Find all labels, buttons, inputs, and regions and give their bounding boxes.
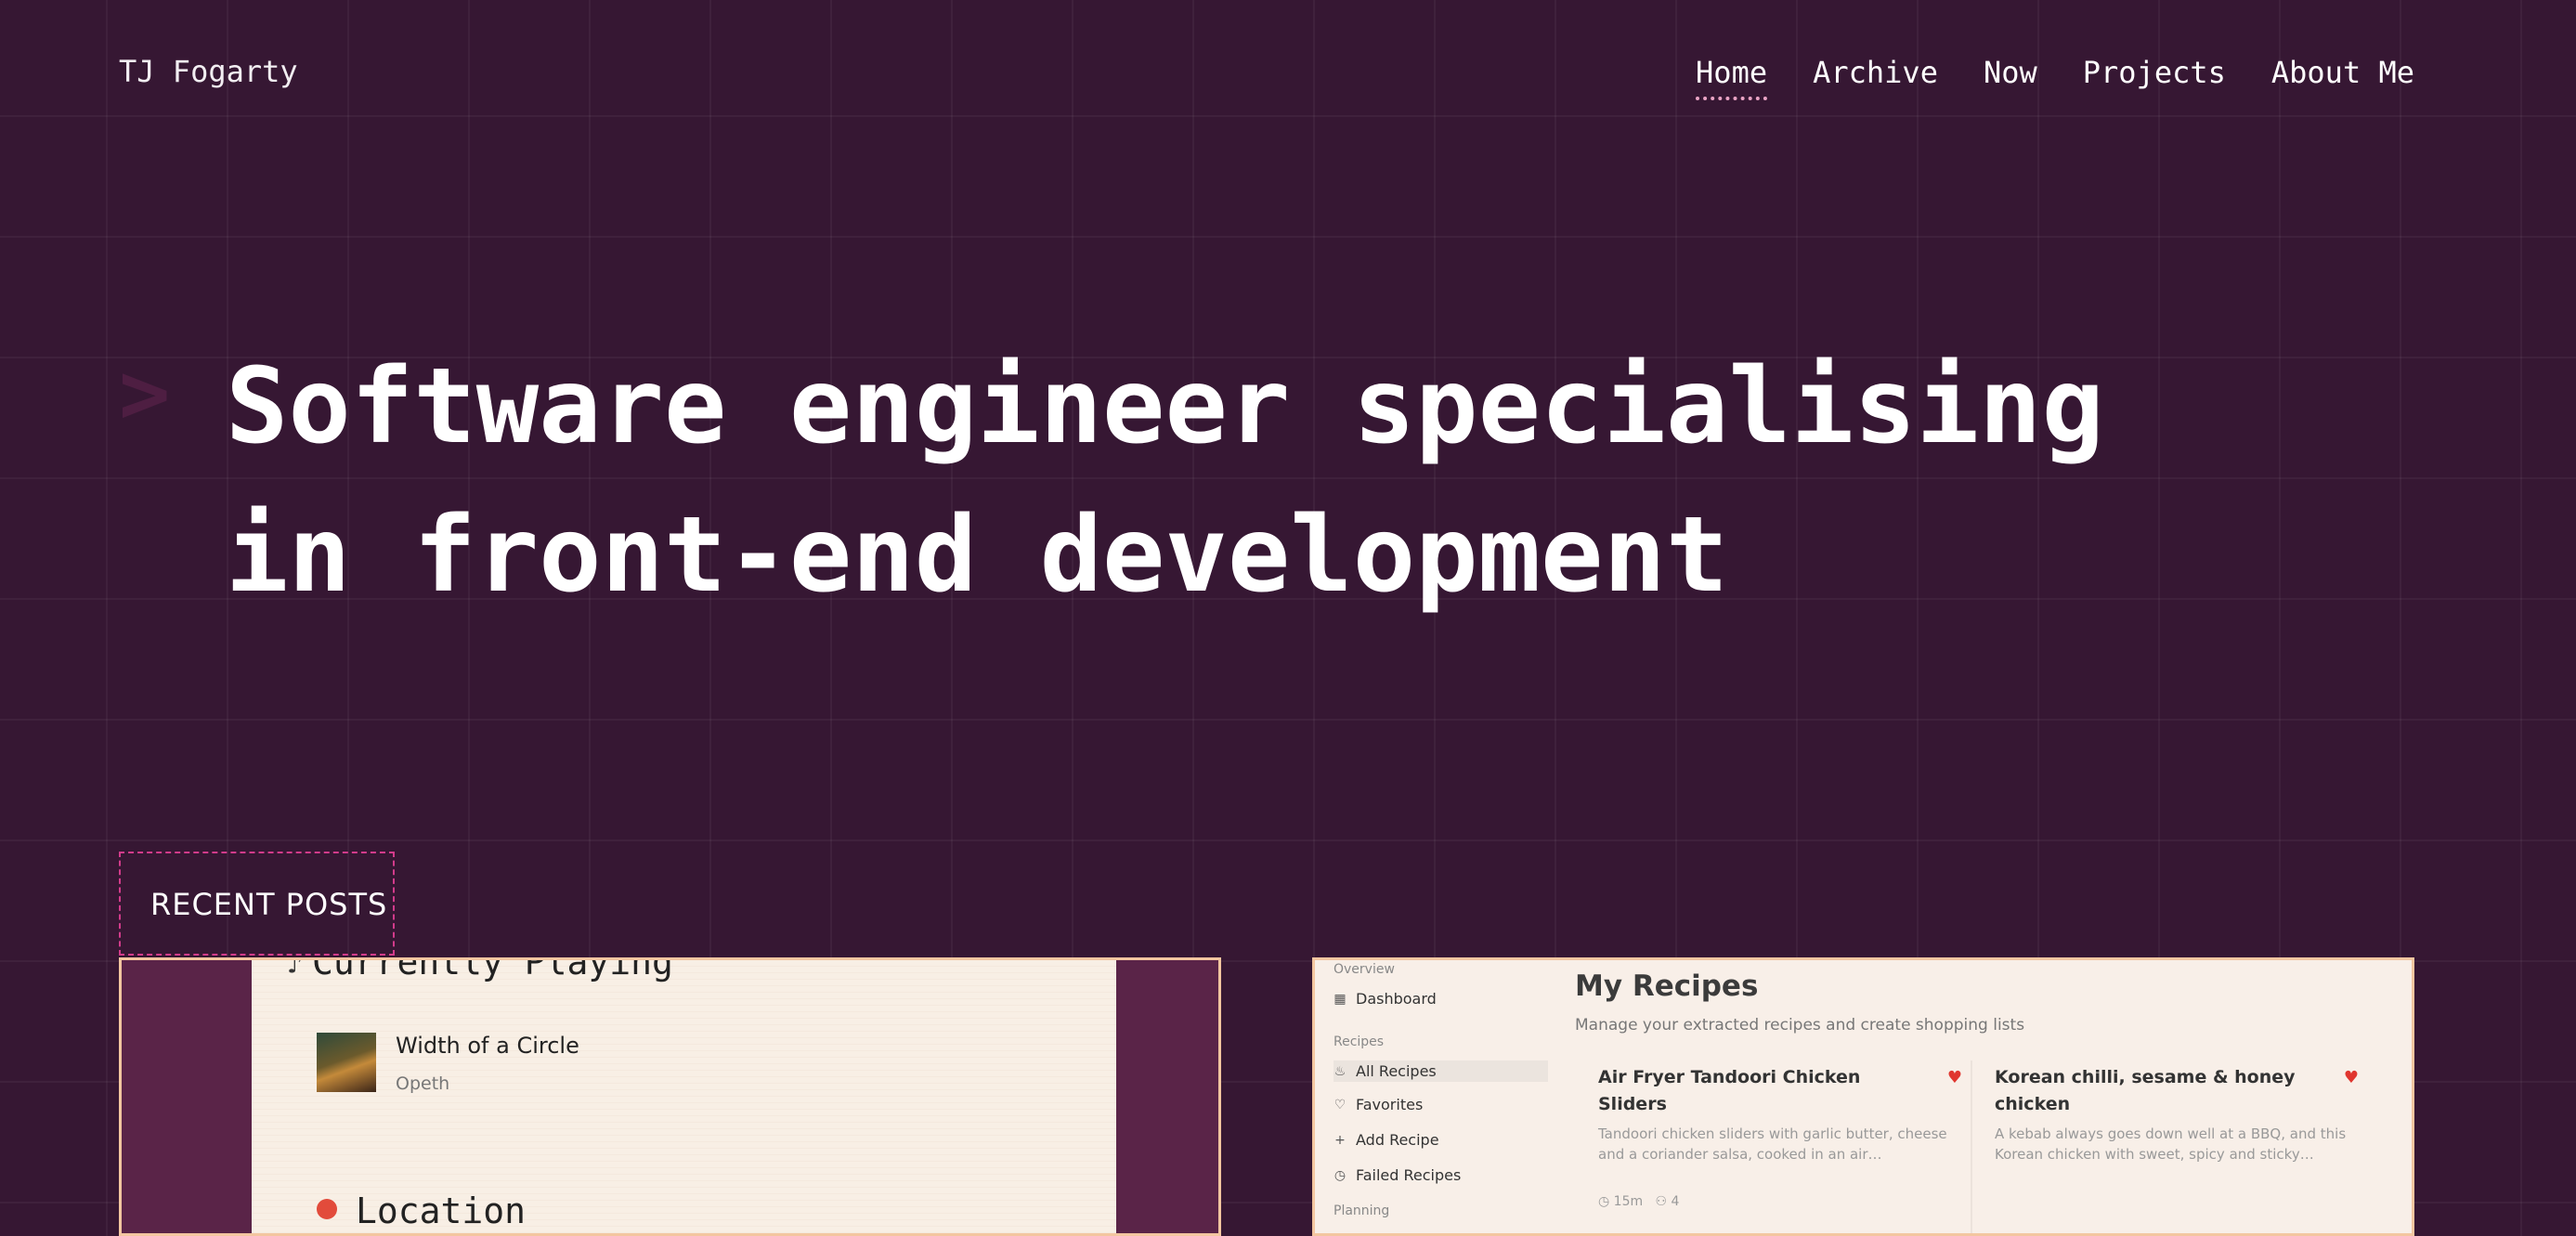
sidebar-item-failed-recipes: ◷ Failed Recipes (1334, 1166, 1461, 1184)
recipes-page-title: My Recipes (1575, 969, 1759, 1003)
sidebar-item-add-recipe: + Add Recipe (1334, 1131, 1439, 1149)
heart-outline-icon: ♡ (1334, 1097, 1347, 1112)
grid-icon: ▦ (1334, 991, 1347, 1007)
recipe-title: Korean chilli, sesame & honey chicken (1995, 1067, 2296, 1114)
chef-hat-icon: ♨ (1334, 1063, 1347, 1079)
nav-now[interactable]: Now (1984, 54, 2037, 100)
card-side-panel-right (1116, 960, 1218, 1233)
card-preview-image: ♪ Currently Playing Width of a Circle Op… (252, 960, 1116, 1233)
sidebar-item-label: Add Recipe (1356, 1131, 1439, 1149)
location-heading: Location (356, 1190, 527, 1231)
hero-line-1: Software engineer specialising (226, 346, 2104, 467)
prompt-chevron-icon: > (119, 344, 171, 443)
clock-icon: ◷ (1598, 1194, 1610, 1209)
hero-line-2: in front-end development (226, 495, 1729, 616)
clock-icon: ◷ (1334, 1167, 1347, 1183)
sidebar-item-favorites: ♡ Favorites (1334, 1096, 1424, 1113)
post-card-currently-playing[interactable]: ♪ Currently Playing Width of a Circle Op… (119, 957, 1221, 1236)
sidebar-item-label: Favorites (1356, 1096, 1424, 1113)
people-icon: ⚇ (1655, 1194, 1668, 1209)
recipe-servings: 4 (1671, 1194, 1680, 1209)
sidebar-item-all-recipes: ♨ All Recipes (1334, 1060, 1548, 1082)
nav-home[interactable]: Home (1696, 54, 1768, 100)
post-card-my-recipes[interactable]: Overview ▦ Dashboard Recipes ♨ All Recip… (1312, 957, 2414, 1236)
recipe-title: Air Fryer Tandoori Chicken Sliders (1598, 1067, 1861, 1114)
sidebar-item-dashboard: ▦ Dashboard (1334, 990, 1437, 1008)
recipe-time: 15m (1613, 1194, 1644, 1209)
site-title[interactable]: TJ Fogarty (119, 54, 298, 89)
main-nav: Home Archive Now Projects About Me (1696, 54, 2414, 100)
sidebar-planning-heading: Planning (1334, 1203, 1390, 1218)
hero-heading: Software engineer specialising in front-… (226, 332, 2176, 630)
song-artist: Opeth (396, 1073, 450, 1094)
recipe-description: A kebab always goes down well at a BBQ, … (1995, 1125, 2347, 1163)
album-art (317, 1033, 376, 1092)
recipe-card: ♥ Air Fryer Tandoori Chicken Sliders Tan… (1598, 1064, 1970, 1164)
heart-filled-icon: ♥ (1946, 1068, 1962, 1087)
heart-filled-icon: ♥ (2343, 1068, 2359, 1087)
location-pin-icon (317, 1199, 337, 1219)
card-side-panel-left (122, 960, 252, 1233)
nav-archive[interactable]: Archive (1813, 54, 1938, 100)
recipe-meta: ◷ 15m ⚇ 4 (1598, 1194, 1679, 1209)
sidebar-item-label: Dashboard (1356, 990, 1437, 1008)
sidebar-item-label: All Recipes (1356, 1062, 1437, 1080)
nav-projects[interactable]: Projects (2083, 54, 2226, 100)
song-title: Width of a Circle (396, 1033, 579, 1059)
recent-posts-heading: RECENT POSTS (150, 887, 388, 922)
sidebar-recipes-heading: Recipes (1334, 1034, 1385, 1049)
currently-playing-heading: Currently Playing (312, 957, 673, 982)
sidebar-item-label: Failed Recipes (1356, 1166, 1462, 1184)
plus-icon: + (1334, 1132, 1346, 1148)
recipe-divider (1971, 1060, 1972, 1233)
music-note-icon: ♪ (287, 957, 303, 980)
sidebar-overview-heading: Overview (1334, 962, 1395, 977)
nav-about-me[interactable]: About Me (2271, 54, 2414, 100)
recipe-card: ♥ Korean chilli, sesame & honey chicken … (1995, 1064, 2366, 1164)
recipe-description: Tandoori chicken sliders with garlic but… (1598, 1125, 1947, 1163)
recipes-page-subtitle: Manage your extracted recipes and create… (1575, 1016, 2025, 1034)
